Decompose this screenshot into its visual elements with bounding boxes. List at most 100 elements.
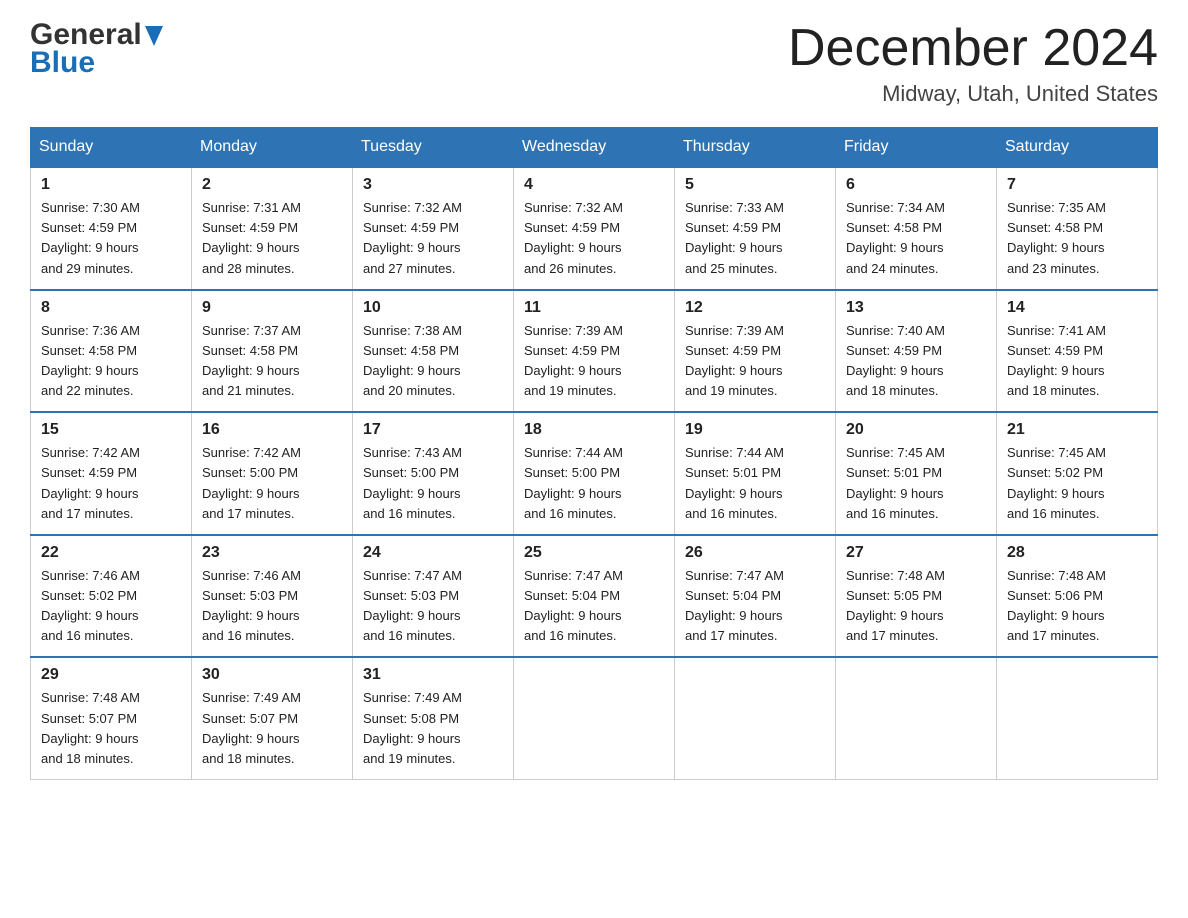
day-number: 14 (1007, 299, 1147, 317)
day-number: 27 (846, 544, 986, 562)
page-header: General Blue December 2024 Midway, Utah,… (30, 20, 1158, 107)
day-number: 13 (846, 299, 986, 317)
calendar-day-cell: 14 Sunrise: 7:41 AM Sunset: 4:59 PM Dayl… (997, 290, 1158, 413)
day-number: 12 (685, 299, 825, 317)
day-number: 17 (363, 421, 503, 439)
day-info: Sunrise: 7:33 AM Sunset: 4:59 PM Dayligh… (685, 198, 825, 279)
calendar-day-cell: 8 Sunrise: 7:36 AM Sunset: 4:58 PM Dayli… (31, 290, 192, 413)
calendar-day-cell: 21 Sunrise: 7:45 AM Sunset: 5:02 PM Dayl… (997, 412, 1158, 535)
day-number: 7 (1007, 176, 1147, 194)
calendar-day-cell: 15 Sunrise: 7:42 AM Sunset: 4:59 PM Dayl… (31, 412, 192, 535)
day-info: Sunrise: 7:39 AM Sunset: 4:59 PM Dayligh… (524, 321, 664, 402)
day-info: Sunrise: 7:46 AM Sunset: 5:02 PM Dayligh… (41, 566, 181, 647)
calendar-day-cell: 6 Sunrise: 7:34 AM Sunset: 4:58 PM Dayli… (836, 167, 997, 290)
calendar-day-cell (836, 657, 997, 779)
day-of-week-header: Saturday (997, 128, 1158, 168)
calendar-day-cell (514, 657, 675, 779)
calendar-day-cell: 4 Sunrise: 7:32 AM Sunset: 4:59 PM Dayli… (514, 167, 675, 290)
day-info: Sunrise: 7:46 AM Sunset: 5:03 PM Dayligh… (202, 566, 342, 647)
calendar-table: SundayMondayTuesdayWednesdayThursdayFrid… (30, 127, 1158, 780)
day-number: 1 (41, 176, 181, 194)
day-number: 4 (524, 176, 664, 194)
day-info: Sunrise: 7:47 AM Sunset: 5:03 PM Dayligh… (363, 566, 503, 647)
day-number: 28 (1007, 544, 1147, 562)
day-info: Sunrise: 7:44 AM Sunset: 5:00 PM Dayligh… (524, 443, 664, 524)
calendar-day-cell: 25 Sunrise: 7:47 AM Sunset: 5:04 PM Dayl… (514, 535, 675, 658)
calendar-day-cell: 26 Sunrise: 7:47 AM Sunset: 5:04 PM Dayl… (675, 535, 836, 658)
calendar-day-cell: 20 Sunrise: 7:45 AM Sunset: 5:01 PM Dayl… (836, 412, 997, 535)
day-number: 22 (41, 544, 181, 562)
day-of-week-header: Tuesday (353, 128, 514, 168)
day-info: Sunrise: 7:45 AM Sunset: 5:02 PM Dayligh… (1007, 443, 1147, 524)
calendar-title: December 2024 (788, 20, 1158, 77)
calendar-day-cell: 2 Sunrise: 7:31 AM Sunset: 4:59 PM Dayli… (192, 167, 353, 290)
day-number: 16 (202, 421, 342, 439)
day-info: Sunrise: 7:32 AM Sunset: 4:59 PM Dayligh… (363, 198, 503, 279)
calendar-day-cell: 31 Sunrise: 7:49 AM Sunset: 5:08 PM Dayl… (353, 657, 514, 779)
calendar-day-cell: 12 Sunrise: 7:39 AM Sunset: 4:59 PM Dayl… (675, 290, 836, 413)
day-info: Sunrise: 7:32 AM Sunset: 4:59 PM Dayligh… (524, 198, 664, 279)
day-info: Sunrise: 7:47 AM Sunset: 5:04 PM Dayligh… (685, 566, 825, 647)
calendar-day-cell: 13 Sunrise: 7:40 AM Sunset: 4:59 PM Dayl… (836, 290, 997, 413)
day-of-week-header: Sunday (31, 128, 192, 168)
calendar-day-cell: 24 Sunrise: 7:47 AM Sunset: 5:03 PM Dayl… (353, 535, 514, 658)
day-number: 24 (363, 544, 503, 562)
day-number: 29 (41, 666, 181, 684)
day-number: 9 (202, 299, 342, 317)
calendar-day-cell: 29 Sunrise: 7:48 AM Sunset: 5:07 PM Dayl… (31, 657, 192, 779)
calendar-week-row: 1 Sunrise: 7:30 AM Sunset: 4:59 PM Dayli… (31, 167, 1158, 290)
day-info: Sunrise: 7:35 AM Sunset: 4:58 PM Dayligh… (1007, 198, 1147, 279)
day-number: 20 (846, 421, 986, 439)
calendar-day-cell: 5 Sunrise: 7:33 AM Sunset: 4:59 PM Dayli… (675, 167, 836, 290)
logo: General Blue (30, 20, 163, 78)
day-number: 15 (41, 421, 181, 439)
title-block: December 2024 Midway, Utah, United State… (788, 20, 1158, 107)
calendar-day-cell: 1 Sunrise: 7:30 AM Sunset: 4:59 PM Dayli… (31, 167, 192, 290)
day-number: 8 (41, 299, 181, 317)
calendar-day-cell: 22 Sunrise: 7:46 AM Sunset: 5:02 PM Dayl… (31, 535, 192, 658)
calendar-day-cell: 18 Sunrise: 7:44 AM Sunset: 5:00 PM Dayl… (514, 412, 675, 535)
day-number: 6 (846, 176, 986, 194)
day-number: 26 (685, 544, 825, 562)
calendar-week-row: 8 Sunrise: 7:36 AM Sunset: 4:58 PM Dayli… (31, 290, 1158, 413)
day-info: Sunrise: 7:47 AM Sunset: 5:04 PM Dayligh… (524, 566, 664, 647)
day-info: Sunrise: 7:44 AM Sunset: 5:01 PM Dayligh… (685, 443, 825, 524)
day-info: Sunrise: 7:48 AM Sunset: 5:07 PM Dayligh… (41, 688, 181, 769)
day-info: Sunrise: 7:36 AM Sunset: 4:58 PM Dayligh… (41, 321, 181, 402)
logo-text-blue: Blue (30, 48, 163, 78)
day-info: Sunrise: 7:37 AM Sunset: 4:58 PM Dayligh… (202, 321, 342, 402)
day-info: Sunrise: 7:30 AM Sunset: 4:59 PM Dayligh… (41, 198, 181, 279)
day-number: 30 (202, 666, 342, 684)
calendar-day-cell: 3 Sunrise: 7:32 AM Sunset: 4:59 PM Dayli… (353, 167, 514, 290)
day-number: 23 (202, 544, 342, 562)
day-of-week-header: Monday (192, 128, 353, 168)
day-info: Sunrise: 7:41 AM Sunset: 4:59 PM Dayligh… (1007, 321, 1147, 402)
day-info: Sunrise: 7:34 AM Sunset: 4:58 PM Dayligh… (846, 198, 986, 279)
day-info: Sunrise: 7:49 AM Sunset: 5:07 PM Dayligh… (202, 688, 342, 769)
calendar-day-cell: 17 Sunrise: 7:43 AM Sunset: 5:00 PM Dayl… (353, 412, 514, 535)
calendar-subtitle: Midway, Utah, United States (788, 81, 1158, 107)
day-of-week-header: Wednesday (514, 128, 675, 168)
day-info: Sunrise: 7:45 AM Sunset: 5:01 PM Dayligh… (846, 443, 986, 524)
day-number: 3 (363, 176, 503, 194)
day-number: 5 (685, 176, 825, 194)
day-info: Sunrise: 7:42 AM Sunset: 4:59 PM Dayligh… (41, 443, 181, 524)
day-number: 18 (524, 421, 664, 439)
calendar-day-cell: 23 Sunrise: 7:46 AM Sunset: 5:03 PM Dayl… (192, 535, 353, 658)
calendar-day-cell: 19 Sunrise: 7:44 AM Sunset: 5:01 PM Dayl… (675, 412, 836, 535)
day-info: Sunrise: 7:43 AM Sunset: 5:00 PM Dayligh… (363, 443, 503, 524)
day-info: Sunrise: 7:31 AM Sunset: 4:59 PM Dayligh… (202, 198, 342, 279)
day-number: 21 (1007, 421, 1147, 439)
calendar-week-row: 15 Sunrise: 7:42 AM Sunset: 4:59 PM Dayl… (31, 412, 1158, 535)
logo-arrow-icon (145, 22, 163, 52)
calendar-day-cell (997, 657, 1158, 779)
day-number: 11 (524, 299, 664, 317)
day-info: Sunrise: 7:39 AM Sunset: 4:59 PM Dayligh… (685, 321, 825, 402)
calendar-week-row: 22 Sunrise: 7:46 AM Sunset: 5:02 PM Dayl… (31, 535, 1158, 658)
day-number: 25 (524, 544, 664, 562)
day-info: Sunrise: 7:48 AM Sunset: 5:06 PM Dayligh… (1007, 566, 1147, 647)
calendar-week-row: 29 Sunrise: 7:48 AM Sunset: 5:07 PM Dayl… (31, 657, 1158, 779)
calendar-day-cell: 7 Sunrise: 7:35 AM Sunset: 4:58 PM Dayli… (997, 167, 1158, 290)
day-info: Sunrise: 7:49 AM Sunset: 5:08 PM Dayligh… (363, 688, 503, 769)
calendar-day-cell: 16 Sunrise: 7:42 AM Sunset: 5:00 PM Dayl… (192, 412, 353, 535)
